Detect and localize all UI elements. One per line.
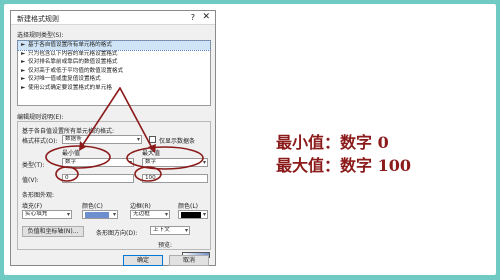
edit-rule-panel: 基于各自值设置所有单元格的格式: 格式样式(O): 数据条 仅显示数据条 最小值… [17,121,211,250]
show-bar-only-label: 仅显示数据条 [159,138,196,145]
cancel-button[interactable]: 取消 [169,255,209,266]
edit-description-label: 编辑规则说明(E): [17,114,64,121]
format-style-label: 格式样式(O): [22,138,58,145]
triangle-right-icon: ► [21,59,26,65]
max-annotation-text: 最大值：数字 100 [276,156,411,175]
close-icon[interactable]: ✕ [202,12,210,22]
ok-button[interactable]: 确定 [123,255,163,266]
fill-color-swatch [85,212,109,218]
max-column-label: 最大值 [142,150,161,157]
bar-direction-select[interactable]: 上下文 [150,226,190,235]
min-annotation-text: 最小值：数字 0 [276,133,389,152]
rule-type-item[interactable]: ► 基于各自值设置所有单元格的格式 [17,40,211,51]
help-icon[interactable]: ? [191,13,195,22]
triangle-right-icon: ► [21,67,26,74]
rule-type-label: 选择规则类型(S): [17,32,64,39]
border-color-swatch [181,212,201,218]
fill-label: 填充(F) [22,203,43,210]
fill-color-picker[interactable] [82,210,118,219]
border-label: 边框(R) [130,203,151,210]
format-style-select[interactable]: 数据条 [62,135,142,144]
new-format-rule-dialog: 新建格式规则 ? ✕ 选择规则类型(S): ► 基于各自值设置所有单元格的格式 ►… [10,10,216,266]
bar-appearance-label: 条形图外观: [22,192,55,199]
border-select[interactable]: 无边框 [130,210,170,219]
border-color-picker[interactable] [178,210,208,219]
negative-axis-button[interactable]: 负值和坐标轴(N)... [22,226,84,237]
fill-select[interactable]: 实心填充 [22,210,72,219]
preview-label: 预览: [158,242,173,249]
min-type-select[interactable]: 数字 [62,158,134,167]
rule-type-item[interactable]: ► 只为包含以下内容的单元格设置格式 [18,50,210,59]
triangle-right-icon: ► [21,42,26,48]
value-label: 值(V): [22,177,39,184]
border-color-label: 颜色(L) [178,203,199,210]
type-label: 类型(T): [22,162,45,169]
min-value-input[interactable]: 0 [62,174,134,183]
max-value-input[interactable]: 100 [142,174,208,183]
triangle-right-icon: ► [21,76,26,82]
rule-type-list[interactable]: ► 基于各自值设置所有单元格的格式 ► 只为包含以下内容的单元格设置格式 ► 仅对排名… [17,40,211,106]
triangle-right-icon: ► [21,84,26,91]
max-type-select[interactable]: 数字 [142,158,208,167]
dialog-title: 新建格式规则 [17,15,59,23]
show-bar-only-checkbox[interactable] [149,136,156,143]
title-bar: 新建格式规则 ? ✕ [11,11,215,25]
rule-type-item[interactable]: ► 仅对排名靠前或靠后的数值设置格式 [18,58,210,67]
rule-type-item[interactable]: ► 仅对唯一值或重复值设置格式 [18,75,210,84]
triangle-right-icon: ► [21,50,26,57]
edit-heading: 基于各自值设置所有单元格的格式: [22,128,115,135]
color-label: 颜色(C) [82,203,103,210]
min-column-label: 最小值 [62,150,81,157]
rule-type-item[interactable]: ► 使用公式确定要设置格式的单元格 [18,84,210,93]
bar-direction-label: 条形图方向(D): [96,230,138,237]
rule-type-item[interactable]: ► 仅对高于或低于平均值的数值设置格式 [18,67,210,76]
